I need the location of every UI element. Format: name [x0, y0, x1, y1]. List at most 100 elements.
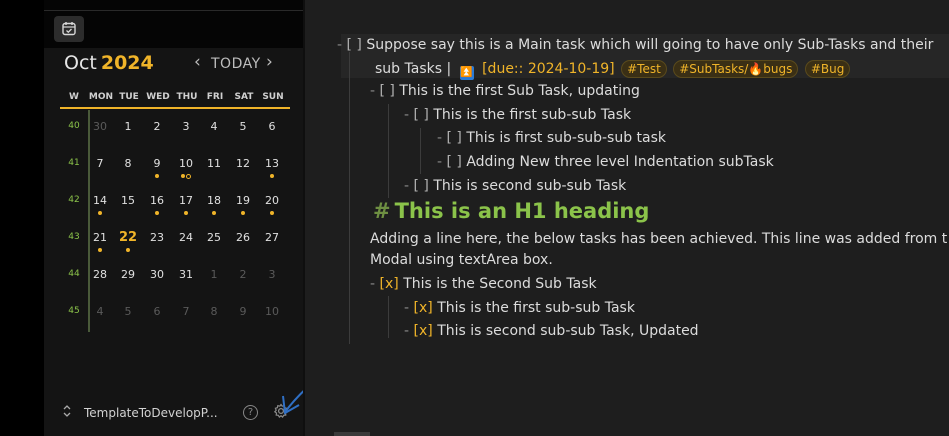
tag-subtasks-bugs[interactable]: #SubTasks/🔥bugs [673, 60, 799, 78]
calendar-day-dot [240, 211, 245, 215]
calendar-day[interactable]: 29 [115, 268, 141, 281]
calendar-day[interactable]: 16 [144, 194, 170, 207]
paragraph-line[interactable]: Modal using textArea box. [370, 252, 553, 268]
week-number[interactable]: 45 [62, 306, 86, 316]
task-checkbox[interactable]: [ ] [447, 154, 462, 170]
calendar-day[interactable]: 31 [173, 268, 199, 281]
calendar-day[interactable]: 30 [87, 120, 113, 133]
calendar-day[interactable]: 1 [115, 120, 141, 133]
task-checkbox[interactable]: [ ] [414, 178, 429, 194]
tag-bug[interactable]: #Bug [804, 60, 851, 78]
next-month-button[interactable]: › [266, 52, 273, 72]
task-line-continued[interactable]: sub Tasks | ⏫ [due:: 2024-10-19] #Test #… [375, 60, 851, 80]
calendar-day[interactable]: 6 [259, 120, 285, 133]
calendar-day[interactable]: 20 [259, 194, 285, 207]
calendar-day[interactable]: 14 [87, 194, 113, 207]
calendar-tab-button[interactable] [54, 16, 84, 42]
settings-gear-icon[interactable] [273, 403, 289, 423]
list-bullet: - [437, 154, 443, 170]
calendar-day[interactable]: 6 [144, 305, 170, 318]
task-line[interactable]: - [ ] This is the first Sub Task, updati… [370, 83, 640, 99]
calendar-day[interactable]: 7 [87, 157, 113, 170]
horizontal-scrollbar[interactable] [334, 432, 370, 436]
task-text: sub Tasks | [375, 61, 452, 77]
calendar-day[interactable]: 23 [144, 231, 170, 244]
calendar-day[interactable]: 11 [201, 157, 227, 170]
calendar-day[interactable]: 5 [230, 120, 256, 133]
calendar-day[interactable]: 3 [173, 120, 199, 133]
task-line[interactable]: - [x] This is the first sub-sub Task [404, 300, 635, 316]
list-bullet: - [404, 107, 410, 123]
task-text: This is first sub-sub-sub task [466, 130, 667, 146]
task-checkbox[interactable]: [ ] [347, 37, 362, 53]
task-checkbox[interactable]: [ ] [380, 83, 395, 99]
calendar-day[interactable]: 30 [144, 268, 170, 281]
calendar-day[interactable]: 24 [173, 231, 199, 244]
editor-pane[interactable]: - [ ] Suppose say this is a Main task wh… [305, 0, 949, 436]
calendar-day[interactable]: 3 [259, 268, 285, 281]
task-checkbox-checked[interactable]: [x] [414, 323, 433, 339]
calendar-day[interactable]: 9 [144, 157, 170, 170]
calendar-day[interactable]: 21 [87, 231, 113, 244]
paragraph-text: Adding a line here, the below tasks has … [370, 231, 948, 247]
calendar-day[interactable]: 25 [201, 231, 227, 244]
task-line[interactable]: - [ ] This is second sub-sub Task [404, 178, 626, 194]
task-text: This is second sub-sub Task, Updated [437, 323, 699, 339]
weekday-header: TUE [119, 92, 139, 102]
calendar-day[interactable]: 4 [201, 120, 227, 133]
calendar-day[interactable]: 15 [115, 194, 141, 207]
task-text: This is second sub-sub Task [433, 178, 627, 194]
task-text: This is the Second Sub Task [403, 276, 597, 292]
indent-guide [388, 296, 389, 338]
calendar-day-dot [186, 174, 191, 179]
week-number[interactable]: 40 [62, 121, 86, 131]
task-checkbox[interactable]: [ ] [447, 130, 462, 146]
week-number[interactable]: 42 [62, 195, 86, 205]
h1-heading[interactable]: # This is an H1 heading [373, 199, 649, 223]
calendar-day[interactable]: 4 [87, 305, 113, 318]
task-checkbox-checked[interactable]: [x] [380, 276, 399, 292]
task-line[interactable]: - [x] This is the Second Sub Task [370, 276, 597, 292]
task-line[interactable]: - [ ] This is first sub-sub-sub task [437, 130, 666, 146]
today-button[interactable]: TODAY [211, 56, 261, 72]
calendar-day[interactable]: 2 [144, 120, 170, 133]
calendar-day-today[interactable]: 22 [115, 230, 141, 245]
calendar-day[interactable]: 10 [173, 157, 199, 170]
task-checkbox[interactable]: [ ] [414, 107, 429, 123]
calendar-day[interactable]: 17 [173, 194, 199, 207]
calendar-day[interactable]: 19 [230, 194, 256, 207]
task-line[interactable]: - [ ] Adding New three level Indentation… [437, 154, 774, 170]
vault-name[interactable]: TemplateToDevelopP... [84, 406, 218, 420]
calendar-day[interactable]: 8 [115, 157, 141, 170]
task-line[interactable]: - [ ] This is the first sub-sub Task [404, 107, 631, 123]
calendar-day[interactable]: 2 [230, 268, 256, 281]
task-checkbox-checked[interactable]: [x] [414, 300, 433, 316]
calendar-day[interactable]: 10 [259, 305, 285, 318]
calendar-day[interactable]: 1 [201, 268, 227, 281]
task-line[interactable]: - [ ] Suppose say this is a Main task wh… [337, 37, 933, 53]
vault-switcher-icon[interactable] [62, 404, 72, 421]
calendar-day[interactable]: 26 [230, 231, 256, 244]
week-number[interactable]: 41 [62, 158, 86, 168]
calendar-day[interactable]: 28 [87, 268, 113, 281]
calendar-day[interactable]: 5 [115, 305, 141, 318]
week-number[interactable]: 43 [62, 232, 86, 242]
previous-month-button[interactable]: ‹ [194, 52, 201, 72]
calendar-day-dot [97, 211, 102, 215]
high-priority-icon: ⏫ [459, 66, 474, 80]
calendar-day[interactable]: 12 [230, 157, 256, 170]
paragraph-line[interactable]: Adding a line here, the below tasks has … [370, 231, 947, 247]
weekday-header: FRI [206, 92, 224, 102]
task-line[interactable]: - [x] This is second sub-sub Task, Updat… [404, 323, 699, 339]
calendar-day[interactable]: 7 [173, 305, 199, 318]
calendar-day[interactable]: 18 [201, 194, 227, 207]
tag-test[interactable]: #Test [621, 60, 667, 78]
help-icon[interactable]: ? [243, 405, 258, 420]
calendar-day[interactable]: 13 [259, 157, 285, 170]
paragraph-text: Modal using textArea box. [370, 252, 553, 268]
week-number[interactable]: 44 [62, 269, 86, 279]
calendar-day[interactable]: 8 [201, 305, 227, 318]
calendar-day[interactable]: 9 [230, 305, 256, 318]
task-text: This is the first Sub Task, updating [399, 83, 640, 99]
calendar-day[interactable]: 27 [259, 231, 285, 244]
